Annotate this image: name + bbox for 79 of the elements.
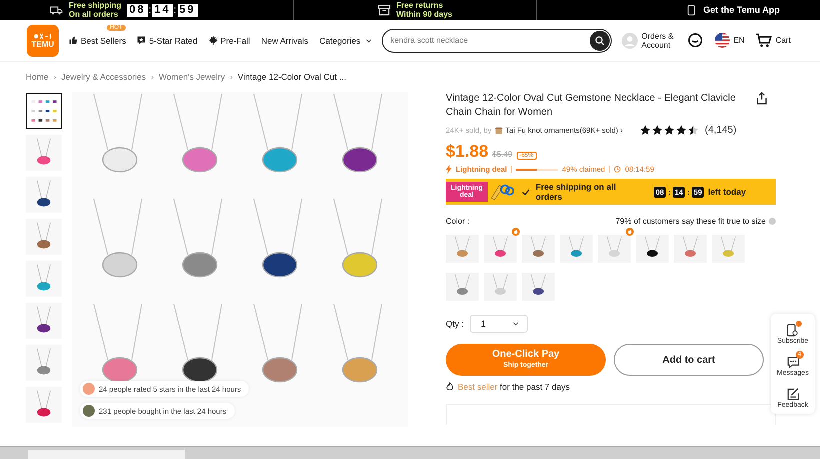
nav-link[interactable]: New Arrivals bbox=[261, 36, 309, 46]
countdown-digits: 14 bbox=[152, 4, 173, 16]
share-icon[interactable] bbox=[756, 92, 768, 105]
gallery-thumbnail[interactable] bbox=[26, 93, 62, 129]
best-seller-note: Best seller for the past 7 days bbox=[458, 382, 570, 392]
product-title: Vintage 12-Color Oval Cut Gemstone Necklace - Elegant Clavicle Chain Chain for Women bbox=[446, 92, 737, 120]
chevron-down-icon bbox=[512, 322, 519, 326]
gallery-thumbnail[interactable] bbox=[26, 219, 62, 255]
gallery-thumbnail[interactable] bbox=[26, 345, 62, 381]
timer-separator: : bbox=[148, 4, 152, 16]
box-icon bbox=[378, 4, 391, 16]
promo-text: Free returns bbox=[396, 1, 444, 10]
countdown-digits: 08 bbox=[127, 4, 148, 16]
gallery-thumbnail[interactable] bbox=[26, 261, 62, 297]
search-field[interactable]: kendra scott necklace bbox=[382, 28, 612, 52]
avatar-icon bbox=[622, 32, 638, 48]
breadcrumb-link[interactable]: Women's Jewelry bbox=[158, 72, 226, 82]
leaf-icon bbox=[208, 36, 218, 45]
gallery-thumbnail[interactable] bbox=[26, 303, 62, 339]
color-swatch[interactable] bbox=[598, 233, 631, 265]
check-icon bbox=[522, 188, 530, 196]
color-label: Color : bbox=[446, 217, 470, 226]
timer-separator: : bbox=[174, 4, 177, 16]
search-icon bbox=[594, 36, 605, 46]
star-bubble-icon bbox=[137, 36, 146, 45]
color-swatch[interactable] bbox=[674, 233, 707, 265]
fit-note: 79% of customers say these fit true to size bbox=[616, 217, 766, 226]
cart-link[interactable]: Cart bbox=[754, 33, 791, 48]
ruler-scissors-icon bbox=[490, 182, 514, 202]
color-swatch[interactable] bbox=[446, 233, 479, 265]
breadcrumb-link[interactable]: Home bbox=[26, 72, 49, 82]
nav-link[interactable]: Categories bbox=[320, 36, 372, 46]
edit-icon bbox=[786, 388, 800, 401]
original-price: $5.49 bbox=[492, 150, 513, 159]
color-swatch[interactable] bbox=[522, 233, 555, 265]
color-swatch[interactable] bbox=[484, 233, 517, 265]
nav-link[interactable]: 5-Star Rated bbox=[137, 36, 198, 46]
breadcrumb-link[interactable]: Jewelry & Accessories bbox=[62, 72, 146, 82]
store-icon bbox=[494, 126, 503, 134]
chat-icon bbox=[786, 356, 800, 369]
gallery-thumbnail[interactable] bbox=[26, 387, 62, 423]
thumbs-up-icon bbox=[69, 36, 78, 45]
review-count[interactable]: (4,145) bbox=[705, 125, 737, 136]
price: $1.88 bbox=[446, 142, 489, 162]
phone-icon bbox=[786, 324, 800, 337]
timer-separator: : bbox=[687, 188, 690, 196]
quantity-label: Qty : bbox=[446, 319, 464, 329]
promo-text: Get the Temu App bbox=[704, 6, 780, 14]
promo-text: Free shipping bbox=[69, 1, 122, 10]
timer-separator: : bbox=[668, 188, 671, 196]
color-swatch[interactable] bbox=[446, 271, 479, 303]
breadcrumb-separator: › bbox=[54, 72, 57, 82]
avatar-icon bbox=[83, 405, 95, 417]
gallery-thumbnail[interactable] bbox=[26, 177, 62, 213]
account-link[interactable]: Orders & Account bbox=[622, 32, 674, 50]
nav-link[interactable]: Pre-Fall bbox=[208, 36, 250, 46]
breadcrumb-separator: › bbox=[151, 72, 154, 82]
nav-link[interactable]: Best Sellers bbox=[69, 36, 126, 46]
color-swatch[interactable] bbox=[484, 271, 517, 303]
color-swatch[interactable] bbox=[522, 271, 555, 303]
language-selector[interactable]: EN bbox=[714, 33, 745, 48]
add-to-cart-button[interactable]: Add to cart bbox=[614, 344, 764, 376]
avatar-icon bbox=[83, 383, 95, 395]
breadcrumb-separator: › bbox=[230, 72, 233, 82]
quantity-select[interactable]: 1 bbox=[470, 315, 528, 333]
truck-icon bbox=[50, 4, 63, 16]
support-chat-icon[interactable] bbox=[688, 33, 703, 48]
color-swatch[interactable] bbox=[712, 233, 745, 265]
color-swatch[interactable] bbox=[560, 233, 593, 265]
clock-icon bbox=[614, 166, 622, 173]
color-swatch[interactable] bbox=[636, 233, 669, 265]
countdown-digits: 59 bbox=[178, 4, 198, 16]
free-shipping-text: Free shipping on all orders bbox=[536, 182, 618, 202]
promo-text: On all orders bbox=[69, 10, 120, 19]
promo-text: Within 90 days bbox=[396, 10, 452, 19]
gallery-thumbnail[interactable] bbox=[26, 135, 62, 171]
left-today-text: left today bbox=[708, 187, 746, 197]
flame-icon bbox=[446, 382, 454, 392]
lightning-icon bbox=[446, 165, 452, 174]
